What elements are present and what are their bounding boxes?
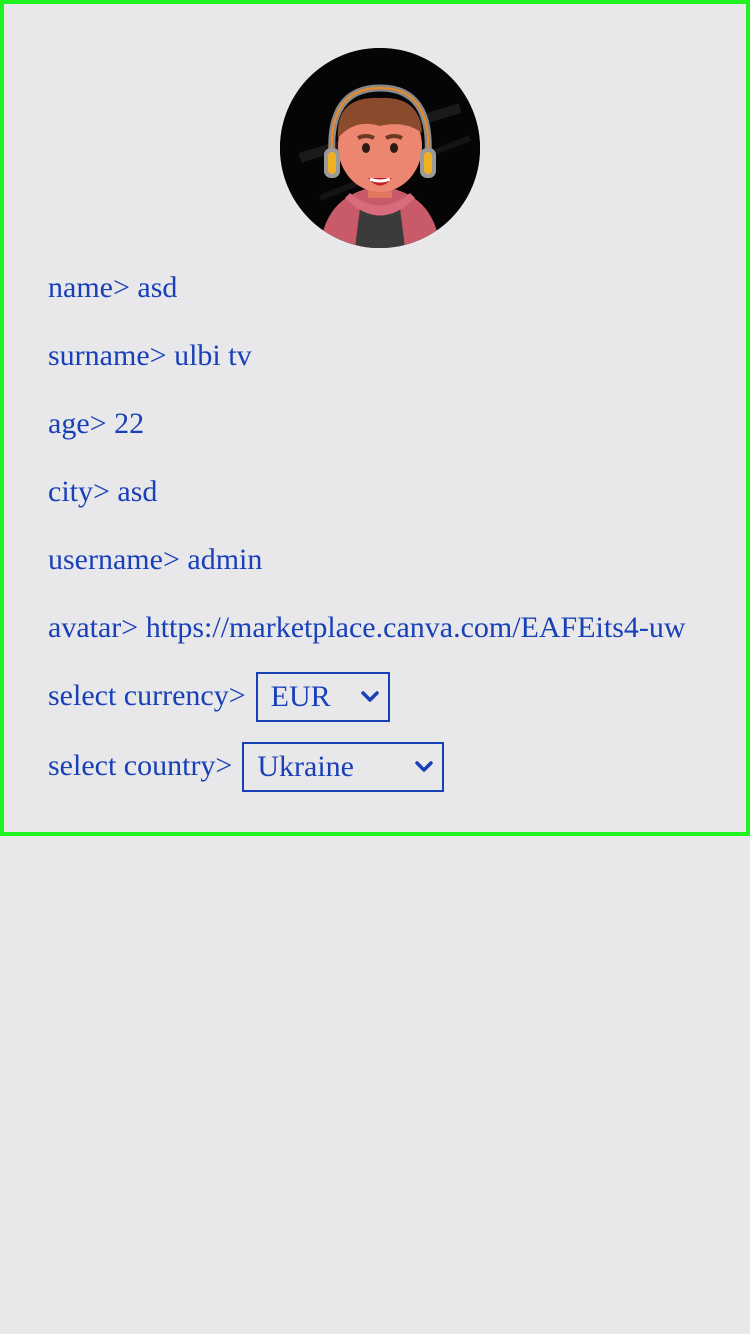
profile-card: name> asd surname> ulbi tv age> 22 city>… [0, 0, 750, 836]
field-value: asd [117, 475, 158, 508]
currency-label: select currency> [48, 679, 246, 712]
country-select[interactable]: Ukraine [242, 742, 445, 792]
field-name: name> asd [48, 270, 710, 306]
field-age: age> 22 [48, 406, 710, 442]
field-username: username> admin [48, 542, 710, 578]
field-label: city> [48, 475, 110, 508]
avatar [280, 48, 480, 248]
chevron-down-icon [360, 691, 379, 702]
country-row: select country> Ukraine [48, 742, 445, 792]
field-value: admin [187, 543, 263, 576]
field-label: avatar> [48, 611, 139, 644]
currency-row: select currency> EUR [48, 672, 390, 722]
chevron-down-icon [415, 761, 434, 772]
country-label: select country> [48, 749, 233, 782]
field-label: surname> [48, 339, 167, 372]
field-label: name> [48, 271, 130, 304]
field-surname: surname> ulbi tv [48, 338, 710, 374]
field-value: https://marketplace.canva.com/EAFEits4-u… [145, 611, 686, 644]
field-label: age> [48, 407, 107, 440]
field-value: ulbi tv [174, 339, 252, 372]
avatar-image [280, 48, 480, 248]
currency-selected-value: EUR [270, 680, 331, 713]
currency-select[interactable]: EUR [255, 672, 390, 722]
field-value: 22 [114, 407, 145, 440]
field-value: asd [137, 271, 178, 304]
field-avatar: avatar> https://marketplace.canva.com/EA… [48, 610, 710, 646]
field-city: city> asd [48, 474, 710, 510]
country-selected-value: Ukraine [257, 750, 354, 783]
field-label: username> [48, 543, 180, 576]
